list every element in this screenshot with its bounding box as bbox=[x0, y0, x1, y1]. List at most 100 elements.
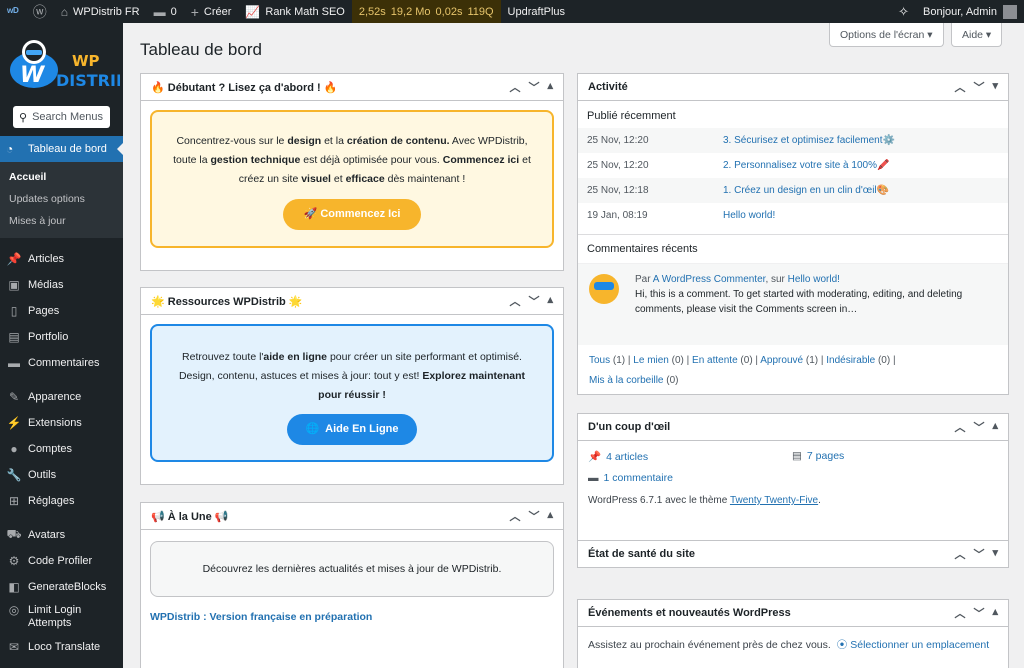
widget-title: Événements et nouveautés WordPress bbox=[588, 607, 791, 619]
plus-icon: + bbox=[190, 3, 199, 20]
sidebar-item-avatars[interactable]: ⛟ Avatars bbox=[0, 522, 123, 548]
move-up-icon[interactable]: ︿ bbox=[509, 79, 520, 95]
comment-meta: Par A WordPress Commenter, sur Hello wor… bbox=[635, 274, 840, 285]
location-icon: ⦿ bbox=[836, 639, 848, 651]
post-link[interactable]: Hello world! bbox=[723, 210, 775, 221]
help-button[interactable]: Aide ▾ bbox=[951, 23, 1003, 47]
move-down-icon[interactable]: ﹀ bbox=[528, 293, 539, 309]
sidebar-item-code-profiler[interactable]: ⚙ Code Profiler bbox=[0, 548, 123, 574]
submenu-updates[interactable]: Mises à jour bbox=[0, 210, 123, 232]
sparkle-icon[interactable]: ✧ bbox=[891, 0, 916, 23]
start-here-button[interactable]: 🚀 Commencez Ici bbox=[283, 199, 421, 230]
toggle-icon[interactable]: ▴ bbox=[992, 419, 998, 435]
sidebar-item-limit-login[interactable]: ◎ Limit Login Attempts bbox=[0, 600, 123, 634]
post-link[interactable]: 2. Personnalisez votre site à 100%🖍️ bbox=[723, 160, 889, 171]
sidebar-item-articles[interactable]: 📌 Articles bbox=[0, 246, 123, 272]
resources-text: Retrouvez toute l'aide en ligne pour cré… bbox=[178, 351, 526, 401]
sidebar-item-appearance[interactable]: ✎ Apparence bbox=[0, 384, 123, 410]
post-link[interactable]: 3. Sécurisez et optimisez facilement⚙️ bbox=[723, 135, 895, 146]
sidebar-item-users[interactable]: ● Comptes bbox=[0, 436, 123, 462]
activity-row: 25 Nov, 12:18 1. Créez un design en un cl… bbox=[578, 178, 1008, 203]
toggle-icon[interactable]: ▴ bbox=[547, 293, 553, 309]
sidebar-item-generateblocks[interactable]: ◧ GenerateBlocks bbox=[0, 574, 123, 600]
comments-count-link[interactable]: 1 commentaire bbox=[604, 472, 673, 484]
move-down-icon[interactable]: ﹀ bbox=[528, 79, 539, 95]
search-menus-input[interactable]: ⚲ Search Menus bbox=[13, 106, 110, 128]
move-up-icon[interactable]: ︿ bbox=[954, 419, 965, 435]
site-logo: W WP DISTRIB bbox=[0, 23, 123, 100]
globe-icon: 🌐 bbox=[305, 423, 320, 435]
activity-row: 19 Jan, 08:19 Hello world! bbox=[587, 210, 776, 221]
wp-version-text: WordPress 6.7.1 avec le thème Twenty Twe… bbox=[588, 495, 821, 506]
screen-options-button[interactable]: Options de l'écran ▾ bbox=[829, 23, 944, 47]
svg-text:DISTRIB: DISTRIB bbox=[56, 71, 120, 90]
filter-pending[interactable]: En attente bbox=[692, 355, 738, 366]
move-down-icon[interactable]: ﹀ bbox=[973, 546, 984, 562]
sidebar-item-tools[interactable]: 🔧 Outils bbox=[0, 462, 123, 488]
activity-row: 25 Nov, 12:20 2. Personnalisez votre site… bbox=[587, 160, 890, 171]
move-up-icon[interactable]: ︿ bbox=[954, 79, 965, 95]
avatar bbox=[1003, 4, 1017, 19]
site-name-link[interactable]: ⌂ WPDistrib FR bbox=[54, 0, 147, 23]
events-text: Assistez au prochain événement près de c… bbox=[588, 639, 831, 651]
featured-link[interactable]: WPDistrib : Version française en prépara… bbox=[150, 611, 554, 623]
comment-author-link[interactable]: A WordPress Commenter bbox=[653, 274, 766, 285]
sidebar-item-pages[interactable]: ▯ Pages bbox=[0, 298, 123, 324]
online-help-button[interactable]: 🌐 Aide En Ligne bbox=[287, 414, 417, 445]
select-location-link[interactable]: Sélectionner un emplacement bbox=[850, 639, 989, 651]
pages-count-link[interactable]: 7 pages bbox=[807, 450, 844, 462]
toggle-icon[interactable]: ▾ bbox=[992, 546, 998, 562]
commenter-avatar bbox=[587, 272, 621, 306]
widget-title: 🔥 Débutant ? Lisez ça d'abord ! 🔥 bbox=[151, 81, 338, 94]
sidebar-item-medias[interactable]: ▣ Médias bbox=[0, 272, 123, 298]
submenu-home[interactable]: Accueil bbox=[0, 166, 123, 188]
filter-trash[interactable]: Mis à la corbeille bbox=[589, 375, 663, 386]
pages-icon: ▤ bbox=[792, 450, 802, 462]
sidebar-item-comments[interactable]: ▬ Commentaires bbox=[0, 350, 123, 376]
resources-box: Retrouvez toute l'aide en ligne pour cré… bbox=[150, 324, 554, 462]
move-down-icon[interactable]: ﹀ bbox=[973, 419, 984, 435]
theme-link[interactable]: Twenty Twenty-Five bbox=[730, 495, 818, 506]
move-up-icon[interactable]: ︿ bbox=[509, 293, 520, 309]
sidebar-item-portfolio[interactable]: ▤ Portfolio bbox=[0, 324, 123, 350]
filter-spam[interactable]: Indésirable bbox=[826, 355, 875, 366]
account-link[interactable]: Bonjour, Admin bbox=[916, 0, 1024, 23]
widget-title: 🌟 Ressources WPDistrib 🌟 bbox=[151, 295, 303, 308]
rankmath-link[interactable]: 📈 Rank Math SEO bbox=[238, 0, 351, 23]
comment-text: Hi, this is a comment. To get started wi… bbox=[635, 289, 963, 315]
move-down-icon[interactable]: ﹀ bbox=[973, 605, 984, 621]
page-title: Tableau de bord bbox=[140, 40, 262, 59]
move-up-icon[interactable]: ︿ bbox=[954, 546, 965, 562]
post-link[interactable]: 1. Créez un design en un clin d'œil🎨 bbox=[723, 185, 889, 196]
move-up-icon[interactable]: ︿ bbox=[509, 508, 520, 524]
move-up-icon[interactable]: ︿ bbox=[954, 605, 965, 621]
move-down-icon[interactable]: ﹀ bbox=[973, 79, 984, 95]
sidebar-item-plugins[interactable]: ⚡ Extensions bbox=[0, 410, 123, 436]
comments-link[interactable]: ▬ 0 bbox=[147, 0, 184, 23]
articles-count-link[interactable]: 4 articles bbox=[606, 451, 648, 463]
filter-mine[interactable]: Le mien bbox=[633, 355, 669, 366]
toggle-icon[interactable]: ▴ bbox=[992, 605, 998, 621]
toggle-icon[interactable]: ▴ bbox=[547, 79, 553, 95]
toggle-icon[interactable]: ▴ bbox=[547, 508, 553, 524]
comment-post-link[interactable]: Hello world! bbox=[788, 274, 840, 285]
dashboard-icon: ◔ bbox=[6, 142, 14, 156]
brush-icon: ✎ bbox=[8, 390, 20, 404]
query-monitor-stats[interactable]: 2,52s 19,2 Mo 0,02s 119Q bbox=[351, 0, 501, 23]
new-content-link[interactable]: + Créer bbox=[184, 0, 239, 23]
at-a-glance-widget: D'un coup d'œil ︿ ﹀ ▴ 📌 4 articles ▤ 7 pages… bbox=[577, 413, 1009, 550]
submenu-updates-options[interactable]: Updates options bbox=[0, 188, 123, 210]
widget-title: Activité bbox=[588, 81, 628, 93]
sidebar-item-settings[interactable]: ⊞ Réglages bbox=[0, 488, 123, 514]
wordpress-logo-icon[interactable]: ⓦ bbox=[26, 0, 54, 23]
sidebar-item-loco-translate[interactable]: ✉ Loco Translate bbox=[0, 634, 123, 660]
home-icon: ⌂ bbox=[60, 4, 68, 19]
menu-toggle-icon[interactable]: ʷᴰ bbox=[0, 0, 26, 23]
filter-approved[interactable]: Approuvé bbox=[760, 355, 803, 366]
updraftplus-link[interactable]: UpdraftPlus bbox=[501, 0, 572, 23]
move-down-icon[interactable]: ﹀ bbox=[528, 508, 539, 524]
sidebar-item-dashboard[interactable]: ◔ Tableau de bord bbox=[0, 136, 123, 162]
filter-all[interactable]: Tous bbox=[589, 355, 610, 366]
toggle-icon[interactable]: ▾ bbox=[992, 79, 998, 95]
profiler-icon: ⚙ bbox=[8, 554, 20, 568]
